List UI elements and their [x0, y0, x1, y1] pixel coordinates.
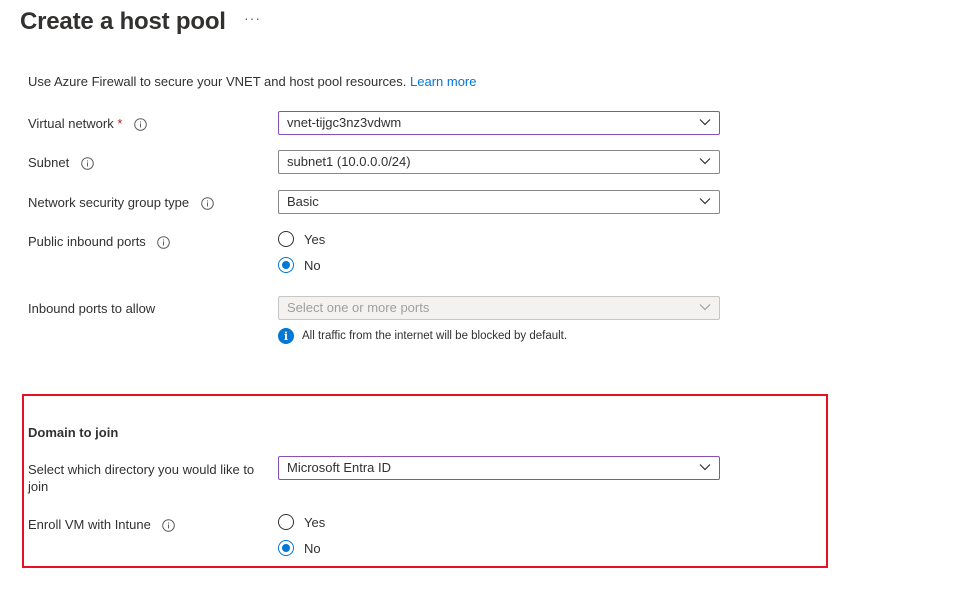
inbound-ports-label: Inbound ports to allow	[28, 301, 156, 316]
intune-label: Enroll VM with Intune	[28, 517, 176, 532]
chevron-down-icon	[699, 198, 711, 205]
intro-text: Use Azure Firewall to secure your VNET a…	[28, 74, 476, 89]
ellipsis-icon[interactable]: ···	[244, 10, 261, 26]
info-icon[interactable]	[81, 157, 94, 170]
chevron-down-icon	[699, 158, 711, 165]
radio-circle[interactable]	[278, 231, 294, 247]
info-icon[interactable]	[162, 519, 176, 532]
virtual-network-label-text: Virtual network	[28, 116, 114, 131]
subnet-dropdown[interactable]: subnet1 (10.0.0.0/24)	[278, 150, 720, 174]
subnet-value: subnet1 (10.0.0.0/24)	[287, 154, 411, 169]
required-marker: *	[117, 116, 123, 131]
inbound-ports-dropdown: Select one or more ports	[278, 296, 720, 320]
directory-value: Microsoft Entra ID	[287, 460, 392, 475]
info-filled-icon: i	[278, 328, 294, 344]
public-inbound-ports-label-text: Public inbound ports	[28, 234, 146, 249]
domain-section-heading: Domain to join	[28, 425, 119, 440]
chevron-down-icon	[699, 464, 711, 471]
nsg-type-value: Basic	[287, 194, 319, 209]
nsg-type-label-text: Network security group type	[28, 195, 190, 210]
intro-message: Use Azure Firewall to secure your VNET a…	[28, 74, 410, 89]
radio-circle-selected[interactable]	[278, 257, 294, 273]
learn-more-link[interactable]: Learn more	[410, 74, 476, 89]
directory-label-line2: join	[28, 479, 49, 494]
info-icon[interactable]	[200, 197, 214, 210]
radio-label: Yes	[304, 514, 326, 530]
intune-no-radio[interactable]: No	[278, 538, 321, 558]
public-inbound-no-radio[interactable]: No	[278, 255, 321, 275]
inbound-ports-placeholder: Select one or more ports	[287, 300, 430, 315]
subnet-label-text: Subnet	[28, 155, 70, 170]
intune-yes-radio[interactable]: Yes	[278, 512, 325, 532]
nsg-type-dropdown[interactable]: Basic	[278, 190, 720, 214]
info-icon[interactable]	[157, 236, 171, 249]
directory-dropdown[interactable]: Microsoft Entra ID	[278, 456, 720, 480]
virtual-network-value: vnet-tijgc3nz3vdwm	[287, 115, 402, 130]
inbound-ports-note: i All traffic from the internet will be …	[278, 328, 567, 344]
nsg-type-label: Network security group type	[28, 195, 214, 210]
note-text: All traffic from the internet will be bl…	[302, 330, 568, 342]
directory-label: Select which directory you would like to…	[28, 461, 254, 495]
radio-circle[interactable]	[278, 514, 294, 530]
radio-circle-selected[interactable]	[278, 540, 294, 556]
intune-label-text: Enroll VM with Intune	[28, 517, 151, 532]
radio-label: No	[304, 540, 321, 556]
info-icon[interactable]	[134, 118, 147, 131]
radio-label: No	[304, 257, 321, 273]
subnet-label: Subnet	[28, 155, 94, 170]
page-title: Create a host pool	[20, 8, 226, 35]
virtual-network-label: Virtual network *	[28, 116, 147, 131]
radio-label: Yes	[304, 231, 326, 247]
virtual-network-dropdown[interactable]: vnet-tijgc3nz3vdwm	[278, 111, 720, 135]
public-inbound-ports-label: Public inbound ports	[28, 234, 171, 249]
directory-label-line1: Select which directory you would like to	[28, 462, 255, 477]
chevron-down-icon	[699, 304, 711, 311]
chevron-down-icon	[699, 119, 711, 126]
public-inbound-yes-radio[interactable]: Yes	[278, 229, 325, 249]
